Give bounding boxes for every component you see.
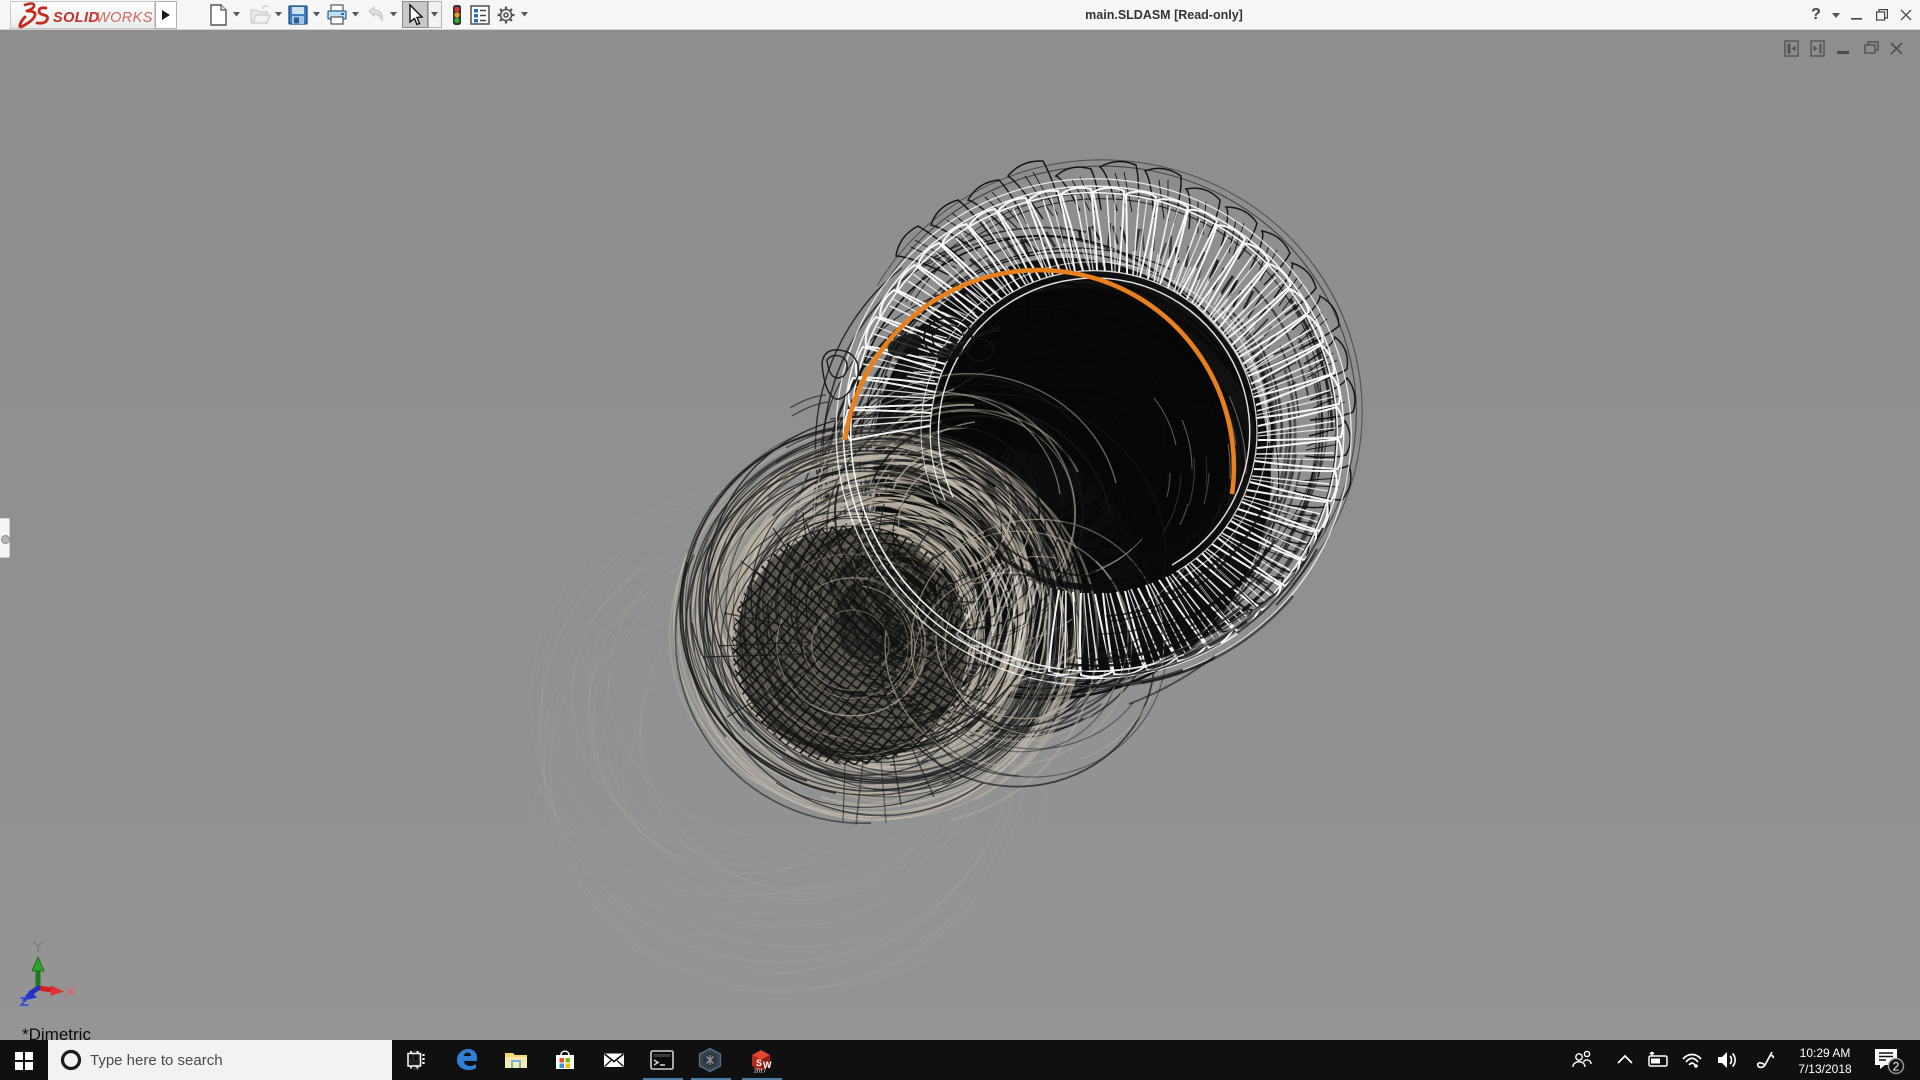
svg-text:2: 2 <box>1893 1060 1900 1074</box>
svg-text:WORKS: WORKS <box>96 10 153 26</box>
svg-text:2017: 2017 <box>754 1069 766 1074</box>
svg-text:S: S <box>756 1058 762 1068</box>
svg-text:SOLID: SOLID <box>53 10 99 26</box>
